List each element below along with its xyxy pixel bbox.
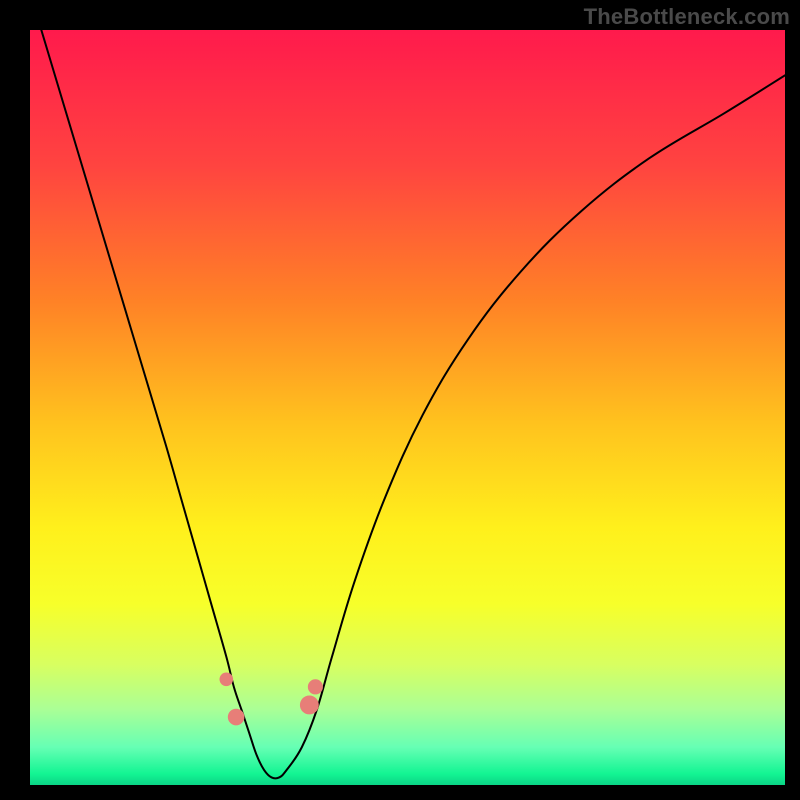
curve-marker-dot <box>308 679 323 694</box>
curve-marker-dot <box>228 709 245 726</box>
bottleneck-curve <box>30 30 785 778</box>
curve-marker-pill <box>245 747 253 766</box>
watermark-text: TheBottleneck.com <box>584 4 790 30</box>
curve-marker-pill <box>297 717 305 738</box>
curve-marker-dot <box>220 673 234 687</box>
chart-curve-layer <box>30 30 785 785</box>
curve-marker-dot <box>300 696 319 715</box>
chart-area <box>30 30 785 785</box>
